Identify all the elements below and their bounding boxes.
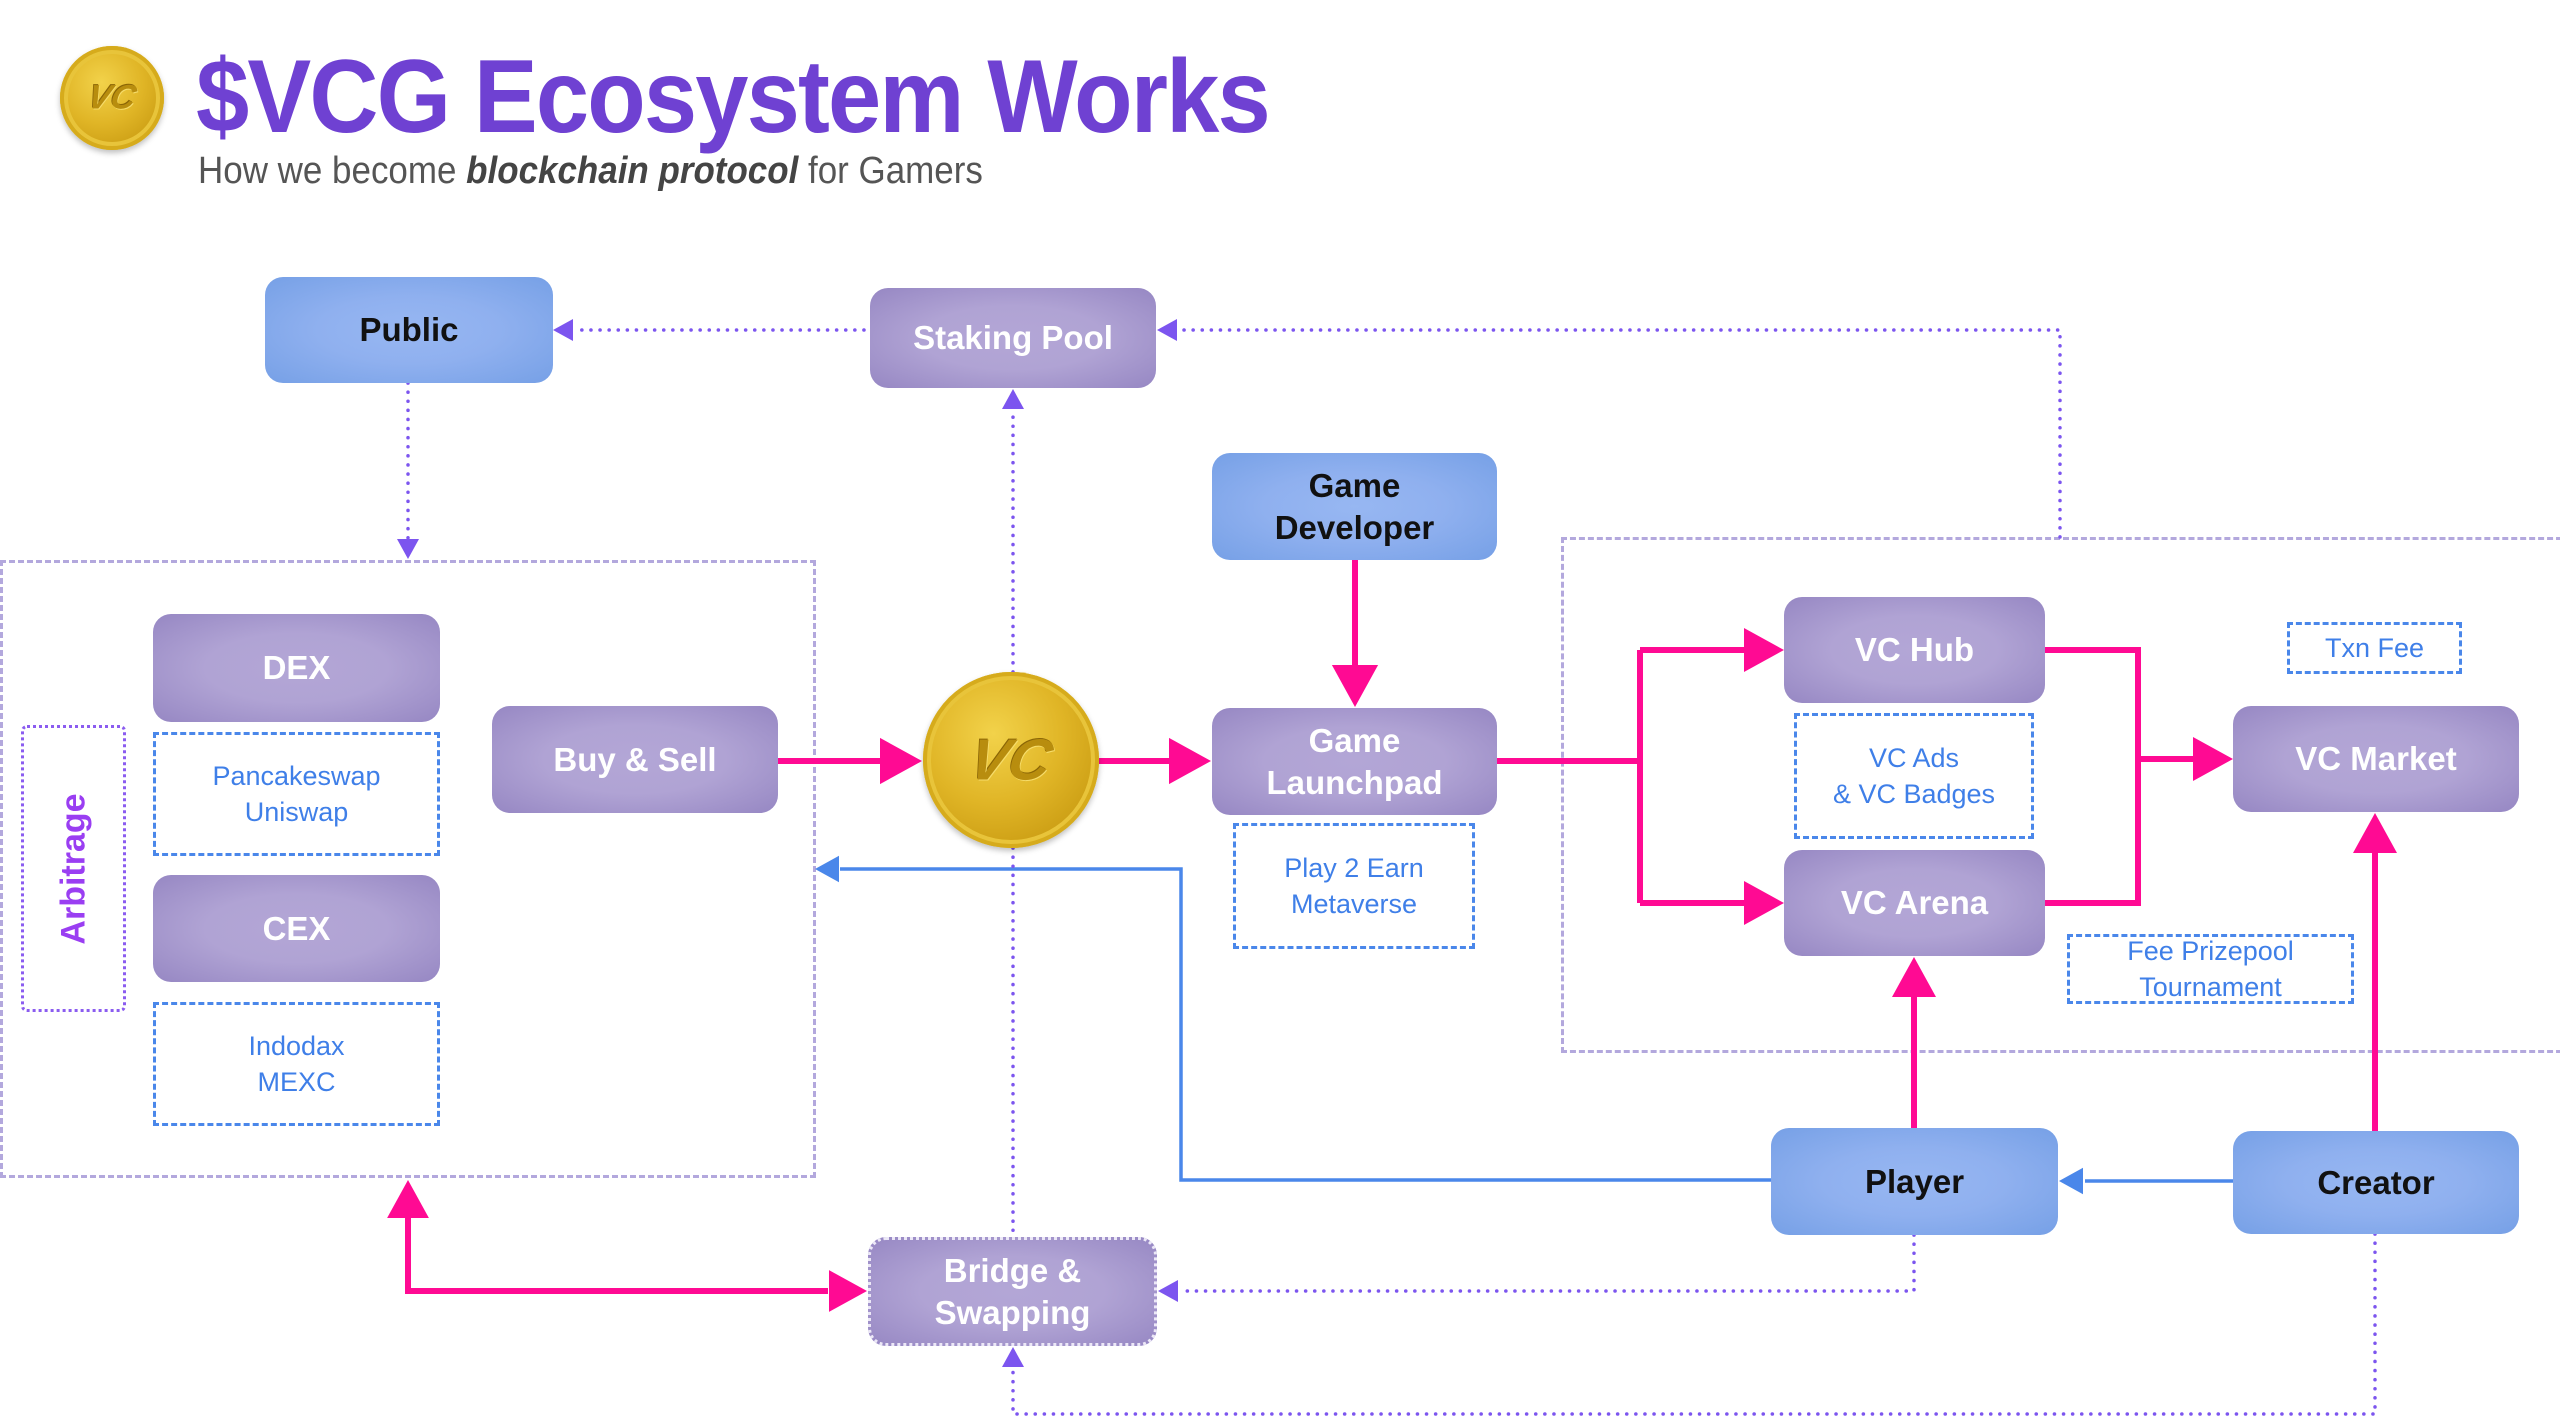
public-node[interactable]: Public — [265, 277, 553, 383]
arrow-head-icon — [1744, 628, 1784, 672]
arrow-head-icon — [2353, 813, 2397, 853]
dex-node[interactable]: DEX — [153, 614, 440, 722]
game-launchpad-label-line: Game — [1308, 722, 1401, 760]
arrow-head-icon — [1002, 1347, 1024, 1367]
arrow-head-icon — [387, 1180, 429, 1218]
creator-label: Creator — [2317, 1163, 2435, 1201]
buy-sell-node[interactable]: Buy & Sell — [492, 706, 778, 813]
cex-label: CEX — [262, 909, 331, 947]
public-label: Public — [359, 311, 459, 349]
arrow-head-icon — [1169, 737, 1211, 785]
arbitrage-label: Arbitrage — [54, 792, 92, 945]
staking-pool-label: Staking Pool — [913, 319, 1113, 357]
note-line: & VC Badges — [1832, 779, 1996, 809]
arrow-head-icon — [1331, 665, 1379, 707]
dex-label: DEX — [262, 649, 331, 687]
creator-to-bridge-line — [1011, 1232, 2377, 1416]
coin-mark: VC — [963, 727, 1059, 793]
buy-sell-label: Buy & Sell — [553, 740, 717, 778]
hub-features-note: VC Ads & VC Badges — [1794, 713, 2034, 839]
cex-platforms-note: Indodax MEXC — [153, 1002, 440, 1126]
bridge-swapping-label-line: Bridge & — [943, 1252, 1082, 1290]
arbitrage-box: Arbitrage — [21, 725, 126, 1012]
vc-market-label: VC Market — [2295, 740, 2457, 778]
player-label: Player — [1864, 1162, 1965, 1200]
player-node[interactable]: Player — [1771, 1128, 2058, 1235]
arrow-head-icon — [1158, 1280, 1178, 1302]
vc-hub-node[interactable]: VC Hub — [1784, 597, 2045, 703]
exchange-bridge-line — [405, 1218, 828, 1294]
game-developer-node[interactable]: Game Developer — [1212, 453, 1497, 560]
ecosystem-diagram: VC $VCG Ecosystem Works How we become bl… — [0, 0, 2560, 1417]
note-line: MEXC — [257, 1067, 336, 1097]
arrow-head-icon — [1744, 881, 1784, 925]
cex-node[interactable]: CEX — [153, 875, 440, 982]
arrow-head-icon — [829, 1270, 867, 1312]
vc-arena-node[interactable]: VC Arena — [1784, 850, 2045, 956]
launchpad-features-note: Play 2 Earn Metaverse — [1233, 823, 1475, 949]
arrow-head-icon — [553, 319, 573, 341]
bridge-swapping-node[interactable]: Bridge & Swapping — [868, 1237, 1157, 1346]
arrow-head-icon — [815, 855, 839, 883]
game-launchpad-node[interactable]: Game Launchpad — [1212, 708, 1497, 815]
arrow-head-icon — [1892, 957, 1936, 997]
arena-fees-note: Fee Prizepool Tournament — [2067, 934, 2354, 1004]
note-line: Pancakeswap — [212, 760, 381, 791]
player-to-bridge-line — [1178, 1233, 1916, 1293]
note-line: Tournament — [2139, 972, 2282, 1002]
note-line: VC Ads — [1868, 742, 1960, 773]
game-developer-label-line: Developer — [1274, 508, 1435, 546]
dex-platforms-note: Pancakeswap Uniswap — [153, 732, 440, 856]
launchpad-split-line — [1497, 647, 1745, 906]
vc-hub-label: VC Hub — [1854, 631, 1975, 669]
game-launchpad-label-line: Launchpad — [1266, 763, 1443, 801]
txn-fee-note: Txn Fee — [2287, 622, 2462, 674]
vc-arena-label: VC Arena — [1840, 884, 1989, 922]
arrow-head-icon — [2193, 737, 2233, 781]
arrow-head-icon — [1002, 389, 1024, 409]
arrow-head-icon — [880, 737, 922, 785]
bridge-swapping-label-line: Swapping — [934, 1293, 1091, 1331]
game-developer-label-line: Game — [1308, 467, 1401, 505]
note-line: Play 2 Earn — [1284, 852, 1424, 883]
vc-market-node[interactable]: VC Market — [2233, 706, 2519, 812]
creator-node[interactable]: Creator — [2233, 1131, 2519, 1234]
arrow-head-icon — [397, 539, 419, 559]
note-line: Fee Prizepool — [2127, 935, 2294, 966]
arrow-head-icon — [2059, 1167, 2083, 1195]
note-line: Indodax — [248, 1030, 345, 1061]
note-line: Metaverse — [1290, 889, 1418, 919]
hub-arena-merge-line — [2045, 647, 2193, 906]
note-line: Txn Fee — [2324, 632, 2425, 663]
vcg-token-coin-icon[interactable]: VC — [923, 672, 1099, 848]
arrow-head-icon — [1157, 319, 1177, 341]
note-line: Uniswap — [244, 797, 349, 827]
staking-pool-node[interactable]: Staking Pool — [870, 288, 1156, 388]
